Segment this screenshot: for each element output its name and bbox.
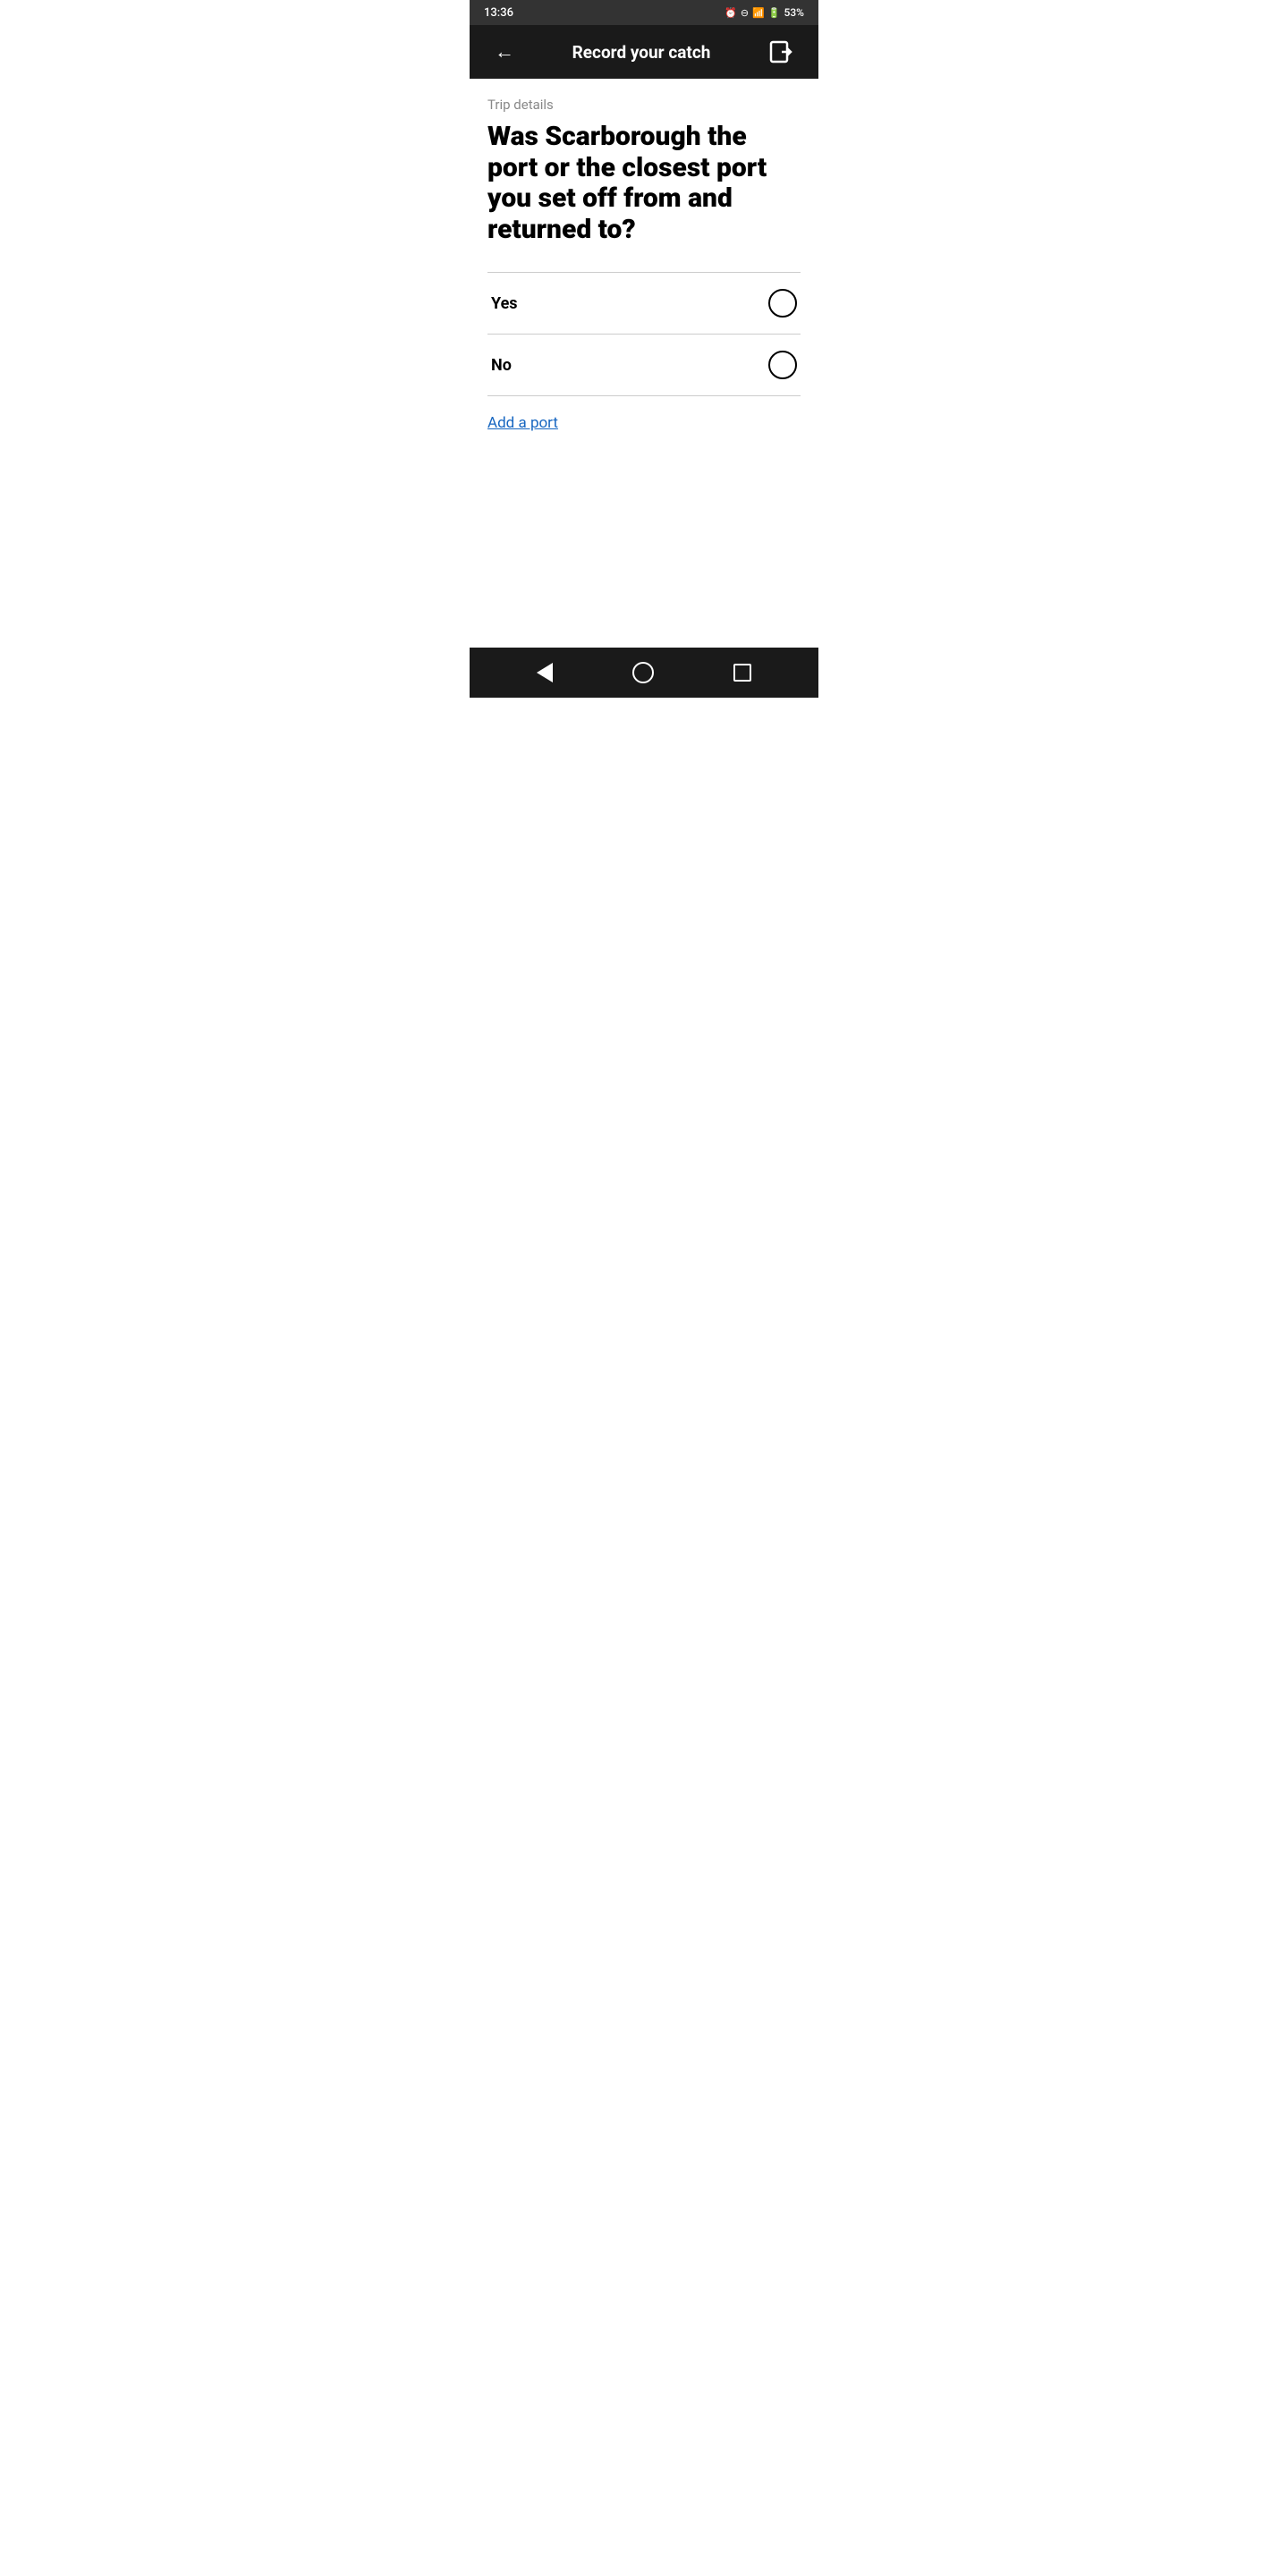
bottom-home-button[interactable] — [625, 655, 661, 691]
back-triangle-icon — [537, 663, 553, 682]
signal-icon: 📶 — [752, 7, 765, 19]
option-no[interactable]: No — [487, 335, 801, 395]
exit-button[interactable] — [761, 32, 801, 72]
status-icons: ⏰ ⊖ 📶 🔋 53% — [724, 6, 804, 19]
nav-bar: ← Record your catch — [470, 25, 818, 79]
exit-icon — [768, 39, 793, 64]
battery-percent: 53% — [784, 6, 804, 19]
bottom-divider — [487, 395, 801, 396]
alarm-icon: ⏰ — [724, 7, 737, 19]
section-label: Trip details — [487, 97, 801, 113]
bottom-back-button[interactable] — [530, 656, 560, 690]
option-yes-label: Yes — [491, 294, 518, 313]
option-yes-radio[interactable] — [768, 289, 797, 318]
recent-square-icon — [733, 664, 751, 682]
battery-icon: 🔋 — [768, 7, 781, 19]
option-yes[interactable]: Yes — [487, 273, 801, 334]
main-content: Trip details Was Scarborough the port or… — [470, 79, 818, 648]
question-text: Was Scarborough the port or the closest … — [487, 122, 801, 245]
bottom-nav — [470, 648, 818, 698]
dnd-icon: ⊖ — [741, 7, 749, 19]
status-time: 13:36 — [484, 6, 513, 20]
back-button[interactable]: ← — [487, 33, 521, 71]
status-bar: 13:36 ⏰ ⊖ 📶 🔋 53% — [470, 0, 818, 25]
page-title: Record your catch — [521, 42, 761, 63]
back-arrow-icon: ← — [495, 40, 514, 64]
bottom-recent-button[interactable] — [726, 657, 758, 689]
option-no-radio[interactable] — [768, 351, 797, 379]
home-circle-icon — [632, 662, 654, 683]
add-port-link[interactable]: Add a port — [487, 414, 558, 432]
option-no-label: No — [491, 356, 512, 375]
